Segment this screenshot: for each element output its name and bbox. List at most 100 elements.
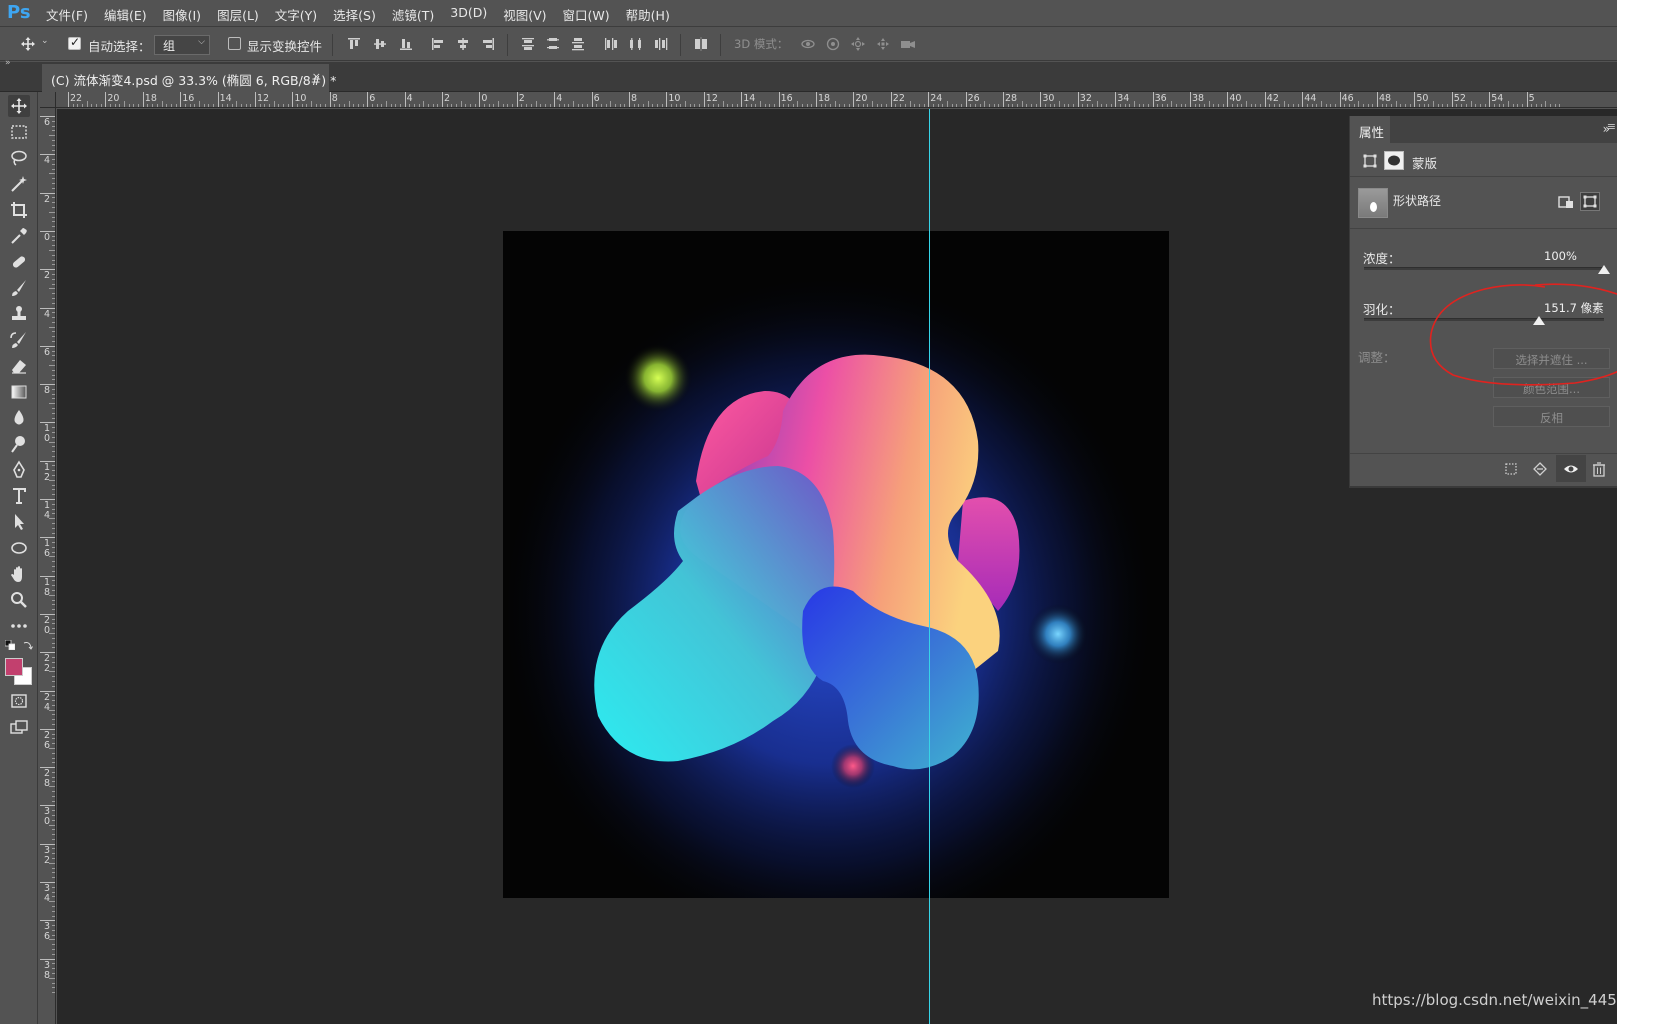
ruler-label: 2 <box>44 471 51 483</box>
add-mask-icon[interactable] <box>1580 192 1600 211</box>
align-top-icon[interactable] <box>346 36 362 52</box>
close-icon[interactable]: × <box>312 70 321 83</box>
pixel-mask-icon[interactable] <box>1362 153 1378 169</box>
ruler-minor-tick <box>52 570 55 572</box>
tab-properties[interactable]: 属性 <box>1350 116 1390 143</box>
collapse-toolbox-icon[interactable]: » <box>5 58 11 68</box>
align-left-icon[interactable] <box>430 36 446 52</box>
3d-orbit-icon[interactable] <box>800 36 816 52</box>
ruler-minor-tick <box>600 104 602 107</box>
horizontal-ruler[interactable]: 22 20 18 16 14 12 10 8 6 4 2 0 2 4 6 8 10 12 14 16 18 20 22 24 2… <box>56 92 1617 108</box>
menu-file[interactable]: 文件(F) <box>46 5 88 24</box>
move-tool-icon[interactable] <box>8 95 30 117</box>
zoom-tool-icon[interactable] <box>8 589 30 611</box>
density-slider-track[interactable] <box>1364 267 1604 270</box>
foreground-color-swatch[interactable] <box>5 658 23 676</box>
menu-window[interactable]: 窗口(W) <box>563 5 610 24</box>
ruler-minor-tick <box>502 104 504 107</box>
load-selection-from-mask-icon[interactable] <box>1503 461 1519 477</box>
shape-path-thumbnail[interactable] <box>1358 188 1388 218</box>
menu-image[interactable]: 图像(I) <box>163 5 201 24</box>
menu-edit[interactable]: 编辑(E) <box>104 5 147 24</box>
magic-wand-tool-icon[interactable] <box>8 173 30 195</box>
distribute-left-icon[interactable] <box>603 36 619 52</box>
menu-filter[interactable]: 滤镜(T) <box>392 5 434 24</box>
auto-select-dropdown[interactable]: 组 ⌵ <box>154 35 210 55</box>
pen-tool-icon[interactable] <box>8 459 30 481</box>
ruler-minor-tick <box>895 104 897 107</box>
show-transform-checkbox[interactable] <box>228 37 241 50</box>
3d-mode-label: 3D 模式： <box>734 37 789 51</box>
ruler-minor-tick <box>932 104 934 107</box>
menu-3d[interactable]: 3D(D) <box>450 5 487 24</box>
ruler-minor-tick <box>72 104 74 107</box>
blur-tool-icon[interactable] <box>8 407 30 429</box>
ruler-major-tick <box>554 92 556 107</box>
move-tool-icon[interactable] <box>20 36 36 52</box>
trash-icon[interactable] <box>1591 461 1607 477</box>
3d-slide-icon[interactable] <box>875 36 891 52</box>
ruler-minor-tick <box>1507 101 1509 107</box>
align-right-icon[interactable] <box>480 36 496 52</box>
path-selection-tool-icon[interactable] <box>8 511 30 533</box>
ruler-minor-tick <box>1274 104 1276 107</box>
menu-help[interactable]: 帮助(H) <box>626 5 670 24</box>
panel-options-icon[interactable]: ≡ <box>1607 120 1616 133</box>
3d-pan-icon[interactable] <box>850 36 866 52</box>
crop-tool-icon[interactable] <box>8 199 30 221</box>
distribute-hcenter-icon[interactable] <box>628 36 644 52</box>
clone-stamp-tool-icon[interactable] <box>8 303 30 325</box>
gradient-tool-icon[interactable] <box>8 381 30 403</box>
vertical-guide[interactable] <box>929 109 930 1024</box>
hand-tool-icon[interactable] <box>8 563 30 585</box>
ruler-minor-tick <box>52 757 55 759</box>
distribute-bottom-icon[interactable] <box>570 36 586 52</box>
more-tools-icon[interactable] <box>8 615 30 637</box>
ruler-minor-tick <box>1498 104 1500 107</box>
tool-preset-chevron-icon[interactable]: ⌄ <box>41 36 49 46</box>
menu-view[interactable]: 视图(V) <box>503 5 546 24</box>
lasso-tool-icon[interactable] <box>8 147 30 169</box>
document-tab[interactable]: (C) 流体渐变4.psd @ 33.3% (椭圆 6, RGB/8#) * × <box>42 64 336 92</box>
distribute-vcenter-icon[interactable] <box>545 36 561 52</box>
align-vcenter-icon[interactable] <box>372 36 388 52</box>
menu-type[interactable]: 文字(Y) <box>275 5 317 24</box>
eye-icon[interactable] <box>1563 461 1579 477</box>
menu-select[interactable]: 选择(S) <box>333 5 376 24</box>
ruler-minor-tick <box>1250 104 1252 107</box>
history-brush-tool-icon[interactable] <box>8 329 30 351</box>
align-hcenter-icon[interactable] <box>455 36 471 52</box>
vector-mask-icon[interactable] <box>1384 151 1404 170</box>
3d-roll-icon[interactable] <box>825 36 841 52</box>
screen-mode-icon[interactable] <box>8 716 30 738</box>
3d-camera-icon[interactable] <box>900 36 916 52</box>
feather-label: 羽化： <box>1363 302 1401 317</box>
invert-button[interactable]: 反相 <box>1493 406 1610 427</box>
load-selection-icon[interactable] <box>1558 194 1574 210</box>
dodge-tool-icon[interactable] <box>8 433 30 455</box>
apply-mask-icon[interactable] <box>1532 461 1548 477</box>
density-value[interactable]: 100% <box>1544 249 1577 263</box>
distribute-right-icon[interactable] <box>653 36 669 52</box>
quick-mask-icon[interactable] <box>8 690 30 712</box>
marquee-tool-icon[interactable] <box>8 121 30 143</box>
swap-colors-icon[interactable] <box>23 640 33 650</box>
eraser-tool-icon[interactable] <box>8 355 30 377</box>
brush-tool-icon[interactable] <box>8 277 30 299</box>
auto-align-layers-icon[interactable] <box>693 36 709 52</box>
default-colors-icon[interactable] <box>5 640 15 650</box>
ellipse-tool-icon[interactable] <box>8 537 30 559</box>
type-tool-icon[interactable] <box>8 485 30 507</box>
ruler-minor-tick <box>52 848 55 850</box>
ruler-label: 6 <box>44 931 51 943</box>
density-slider-thumb[interactable] <box>1598 265 1610 274</box>
distribute-top-icon[interactable] <box>520 36 536 52</box>
menu-layer[interactable]: 图层(L) <box>217 5 259 24</box>
ruler-minor-tick <box>1007 104 1009 107</box>
eyedropper-tool-icon[interactable] <box>8 225 30 247</box>
auto-select-checkbox[interactable] <box>68 35 81 50</box>
align-bottom-icon[interactable] <box>398 36 414 52</box>
healing-brush-tool-icon[interactable] <box>8 251 30 273</box>
vertical-ruler[interactable]: 64202468101214161820222426283032343638 <box>40 108 56 1024</box>
document-canvas[interactable] <box>503 231 1169 898</box>
